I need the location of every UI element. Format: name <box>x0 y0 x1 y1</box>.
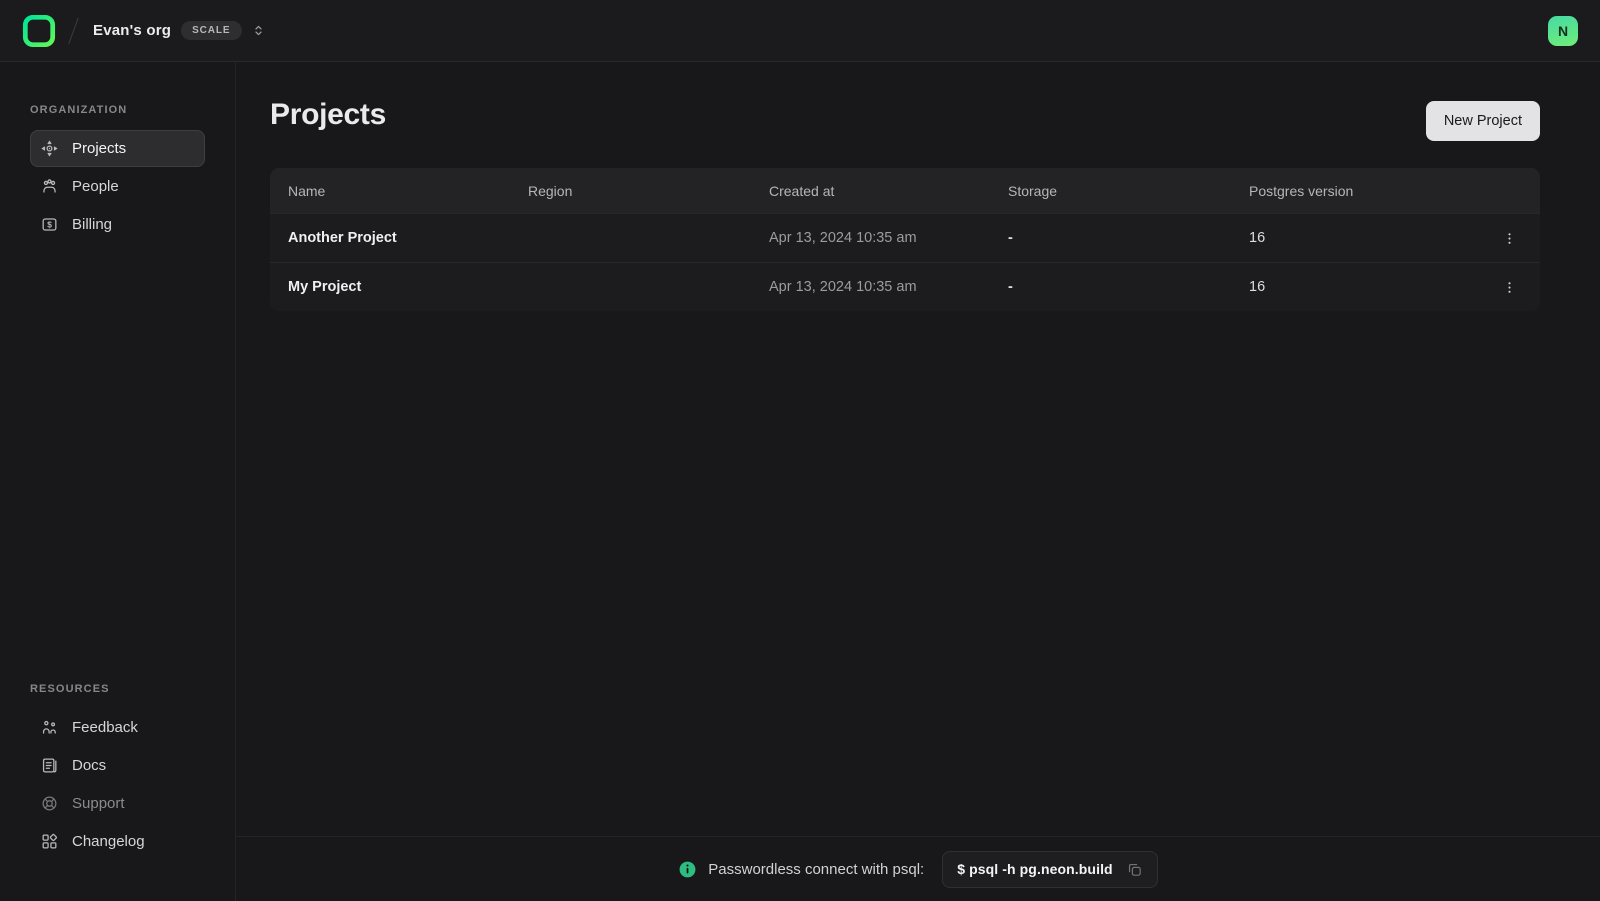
topbar: Evan's org SCALE N <box>0 0 1600 62</box>
sidebar-item-label: Changelog <box>72 833 145 850</box>
svg-text:$: $ <box>47 220 52 230</box>
projects-icon <box>40 139 59 158</box>
page-title: Projects <box>270 98 386 132</box>
main-content: Projects New Project Name Region Created… <box>236 62 1600 836</box>
sidebar: ORGANIZATION Projects People <box>0 62 236 901</box>
column-header-name: Name <box>288 183 528 199</box>
new-project-button[interactable]: New Project <box>1426 101 1540 141</box>
project-storage: - <box>1008 279 1249 295</box>
column-header-storage: Storage <box>1008 183 1249 199</box>
sidebar-item-label: Billing <box>72 216 112 233</box>
neon-logo-icon[interactable] <box>22 14 56 48</box>
psql-connect-footer: Passwordless connect with psql: $ psql -… <box>236 836 1600 901</box>
project-name[interactable]: Another Project <box>288 230 528 246</box>
sidebar-item-people[interactable]: People <box>30 168 205 205</box>
psql-hint-text: Passwordless connect with psql: <box>708 861 924 878</box>
table-row[interactable]: My Project Apr 13, 2024 10:35 am - 16 <box>270 262 1540 311</box>
info-icon <box>678 860 697 879</box>
row-actions-kebab-icon[interactable] <box>1497 275 1522 300</box>
sidebar-item-label: Projects <box>72 140 126 157</box>
feedback-icon <box>40 718 59 737</box>
row-actions-kebab-icon[interactable] <box>1497 226 1522 251</box>
project-postgres-version: 16 <box>1249 230 1478 246</box>
organization-section-label: ORGANIZATION <box>30 104 205 116</box>
column-header-postgres-version: Postgres version <box>1249 183 1478 199</box>
column-header-created-at: Created at <box>769 183 1008 199</box>
sidebar-item-projects[interactable]: Projects <box>30 130 205 167</box>
project-created-at: Apr 13, 2024 10:35 am <box>769 279 1008 295</box>
support-icon <box>40 794 59 813</box>
psql-command-box: $ psql -h pg.neon.build <box>942 851 1158 888</box>
sidebar-item-label: Support <box>72 795 125 812</box>
people-icon <box>40 177 59 196</box>
table-header-row: Name Region Created at Storage Postgres … <box>270 168 1540 213</box>
project-postgres-version: 16 <box>1249 279 1478 295</box>
sidebar-item-feedback[interactable]: Feedback <box>30 709 205 746</box>
sidebar-item-label: Docs <box>72 757 106 774</box>
plan-badge: SCALE <box>181 21 241 40</box>
column-header-region: Region <box>528 183 769 199</box>
sidebar-item-changelog[interactable]: Changelog <box>30 823 205 860</box>
changelog-icon <box>40 832 59 851</box>
copy-icon[interactable] <box>1126 861 1143 878</box>
table-row[interactable]: Another Project Apr 13, 2024 10:35 am - … <box>270 213 1540 262</box>
user-avatar[interactable]: N <box>1548 16 1578 46</box>
sidebar-item-label: Feedback <box>72 719 138 736</box>
project-storage: - <box>1008 230 1249 246</box>
sidebar-item-support[interactable]: Support <box>30 785 205 822</box>
org-switcher-chevron-updown-icon[interactable] <box>251 23 266 38</box>
sidebar-item-docs[interactable]: Docs <box>30 747 205 784</box>
sidebar-item-label: People <box>72 178 119 195</box>
psql-command: $ psql -h pg.neon.build <box>957 861 1113 877</box>
resources-section-label: RESOURCES <box>30 683 205 695</box>
project-name[interactable]: My Project <box>288 279 528 295</box>
project-created-at: Apr 13, 2024 10:35 am <box>769 230 1008 246</box>
resources-section: RESOURCES Feedback Docs <box>30 683 205 861</box>
sidebar-item-billing[interactable]: $ Billing <box>30 206 205 243</box>
billing-icon: $ <box>40 215 59 234</box>
projects-table: Name Region Created at Storage Postgres … <box>270 168 1540 311</box>
breadcrumb-slash-divider <box>68 17 79 44</box>
docs-icon <box>40 756 59 775</box>
org-name[interactable]: Evan's org <box>93 22 171 39</box>
